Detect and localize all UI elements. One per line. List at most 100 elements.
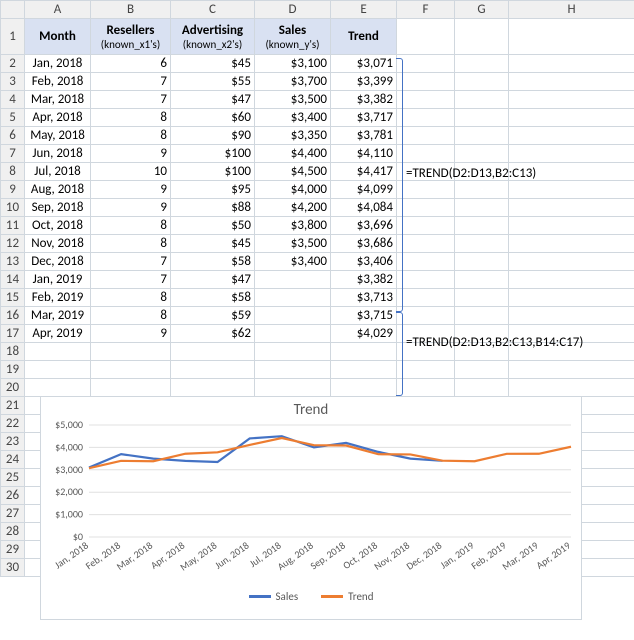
cell-E19[interactable] (331, 361, 397, 379)
cell-D14[interactable] (255, 271, 331, 289)
cell-F20[interactable] (397, 379, 455, 397)
cell-C9[interactable]: $95 (171, 181, 255, 199)
col-E[interactable]: E (331, 1, 397, 19)
cell-G1[interactable] (455, 19, 509, 55)
cell-H19[interactable] (509, 361, 634, 379)
cell-D10[interactable]: $4,200 (255, 199, 331, 217)
cell-A2[interactable]: Jan, 2018 (25, 55, 91, 73)
cell-D17[interactable] (255, 325, 331, 343)
row-22[interactable]: 22 (1, 415, 25, 433)
cell-A14[interactable]: Jan, 2019 (25, 271, 91, 289)
row-15[interactable]: 15 (1, 289, 25, 307)
cell-G3[interactable] (455, 73, 509, 91)
cell-E11[interactable]: $3,696 (331, 217, 397, 235)
cell-A17[interactable]: Apr, 2019 (25, 325, 91, 343)
cell-E3[interactable]: $3,399 (331, 73, 397, 91)
row-27[interactable]: 27 (1, 505, 25, 523)
cell-E18[interactable] (331, 343, 397, 361)
cell-A12[interactable]: Nov, 2018 (25, 235, 91, 253)
cell-F7[interactable] (397, 145, 455, 163)
row-20[interactable]: 20 (1, 379, 25, 397)
cell-B19[interactable] (91, 361, 171, 379)
trend-chart[interactable]: Trend $0$1,000$2,000$3,000$4,000$5,000Ja… (40, 396, 582, 620)
row-21[interactable]: 21 (1, 397, 25, 415)
cell-H9[interactable] (509, 181, 634, 199)
cell-D11[interactable]: $3,800 (255, 217, 331, 235)
cell-E2[interactable]: $3,071 (331, 55, 397, 73)
cell-B9[interactable]: 9 (91, 181, 171, 199)
cell-D5[interactable]: $3,400 (255, 109, 331, 127)
col-G[interactable]: G (455, 1, 509, 19)
cell-B10[interactable]: 9 (91, 199, 171, 217)
row-7[interactable]: 7 (1, 145, 25, 163)
cell-F14[interactable] (397, 271, 455, 289)
cell-G14[interactable] (455, 271, 509, 289)
cell-B8[interactable]: 10 (91, 163, 171, 181)
row-4[interactable]: 4 (1, 91, 25, 109)
cell-H2[interactable] (509, 55, 634, 73)
cell-G15[interactable] (455, 289, 509, 307)
cell-B3[interactable]: 7 (91, 73, 171, 91)
cell-G9[interactable] (455, 181, 509, 199)
cell-A18[interactable] (25, 343, 91, 361)
cell-E15[interactable]: $3,713 (331, 289, 397, 307)
cell-C2[interactable]: $45 (171, 55, 255, 73)
row-12[interactable]: 12 (1, 235, 25, 253)
row-6[interactable]: 6 (1, 127, 25, 145)
cell-E17[interactable]: $4,029 (331, 325, 397, 343)
cell-D19[interactable] (255, 361, 331, 379)
cell-E12[interactable]: $3,686 (331, 235, 397, 253)
cell-C18[interactable] (171, 343, 255, 361)
header-resellers[interactable]: Resellers(known_x1's) (91, 19, 171, 55)
cell-D3[interactable]: $3,700 (255, 73, 331, 91)
cell-C19[interactable] (171, 361, 255, 379)
cell-C3[interactable]: $55 (171, 73, 255, 91)
cell-G4[interactable] (455, 91, 509, 109)
header-sales[interactable]: Sales(known_y's) (255, 19, 331, 55)
cell-F5[interactable] (397, 109, 455, 127)
cell-C6[interactable]: $90 (171, 127, 255, 145)
cell-C13[interactable]: $58 (171, 253, 255, 271)
cell-A20[interactable] (25, 379, 91, 397)
row-26[interactable]: 26 (1, 487, 25, 505)
cell-G13[interactable] (455, 253, 509, 271)
row-1[interactable]: 1 (1, 19, 25, 55)
col-F[interactable]: F (397, 1, 455, 19)
cell-H11[interactable] (509, 217, 634, 235)
col-H[interactable]: H (509, 1, 634, 19)
cell-F11[interactable] (397, 217, 455, 235)
row-24[interactable]: 24 (1, 451, 25, 469)
cell-D4[interactable]: $3,500 (255, 91, 331, 109)
cell-E5[interactable]: $3,717 (331, 109, 397, 127)
corner-cell[interactable] (1, 1, 25, 19)
row-17[interactable]: 17 (1, 325, 25, 343)
cell-G6[interactable] (455, 127, 509, 145)
cell-C12[interactable]: $45 (171, 235, 255, 253)
cell-A8[interactable]: Jul, 2018 (25, 163, 91, 181)
cell-G20[interactable] (455, 379, 509, 397)
cell-F6[interactable] (397, 127, 455, 145)
cell-B20[interactable] (91, 379, 171, 397)
row-25[interactable]: 25 (1, 469, 25, 487)
cell-E8[interactable]: $4,417 (331, 163, 397, 181)
cell-D2[interactable]: $3,100 (255, 55, 331, 73)
cell-D6[interactable]: $3,350 (255, 127, 331, 145)
row-30[interactable]: 30 (1, 559, 25, 577)
cell-B4[interactable]: 7 (91, 91, 171, 109)
cell-E6[interactable]: $3,781 (331, 127, 397, 145)
row-29[interactable]: 29 (1, 541, 25, 559)
row-9[interactable]: 9 (1, 181, 25, 199)
cell-B18[interactable] (91, 343, 171, 361)
cell-B15[interactable]: 8 (91, 289, 171, 307)
cell-A6[interactable]: May, 2018 (25, 127, 91, 145)
row-23[interactable]: 23 (1, 433, 25, 451)
cell-B14[interactable]: 7 (91, 271, 171, 289)
cell-F1[interactable] (397, 19, 455, 55)
cell-D18[interactable] (255, 343, 331, 361)
cell-H5[interactable] (509, 109, 634, 127)
cell-A5[interactable]: Apr, 2018 (25, 109, 91, 127)
cell-F4[interactable] (397, 91, 455, 109)
cell-A15[interactable]: Feb, 2019 (25, 289, 91, 307)
col-C[interactable]: C (171, 1, 255, 19)
cell-C7[interactable]: $100 (171, 145, 255, 163)
